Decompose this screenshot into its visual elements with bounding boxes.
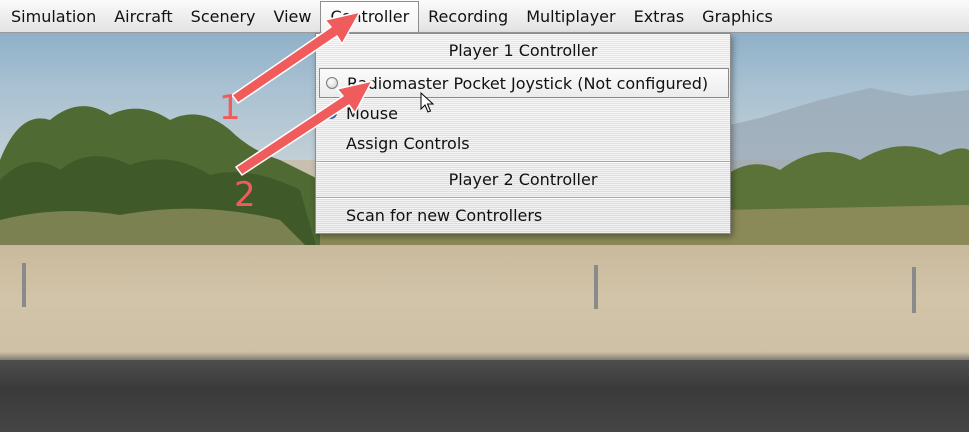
menu-graphics[interactable]: Graphics (693, 1, 782, 32)
menu-extras[interactable]: Extras (625, 1, 694, 32)
main-menubar: Simulation Aircraft Scenery View Control… (0, 0, 969, 33)
menu-view[interactable]: View (264, 1, 320, 32)
player1-controller-header: Player 1 Controller (448, 41, 598, 60)
joystick-option-label: Radiomaster Pocket Joystick (Not configu… (347, 74, 709, 93)
radio-unchecked-icon (326, 77, 338, 89)
mouse-option-label: Mouse (346, 104, 398, 123)
menu-simulation[interactable]: Simulation (2, 1, 105, 32)
menu-multiplayer[interactable]: Multiplayer (517, 1, 624, 32)
controller-dropdown: Player 1 Controller Radiomaster Pocket J… (315, 33, 731, 234)
step-1-label: 1 (219, 88, 241, 128)
mouse-option[interactable]: Mouse (316, 99, 730, 129)
scan-controllers-item[interactable]: Scan for new Controllers (316, 201, 730, 231)
scan-controllers-label: Scan for new Controllers (346, 206, 543, 225)
assign-controls-label: Assign Controls (346, 134, 470, 153)
step-2-label: 2 (234, 175, 256, 215)
assign-controls-item[interactable]: Assign Controls (316, 129, 730, 159)
menu-controller[interactable]: Controller (320, 0, 420, 32)
menu-divider (316, 161, 730, 163)
player2-controller-header: Player 2 Controller (448, 170, 598, 189)
joystick-option[interactable]: Radiomaster Pocket Joystick (Not configu… (319, 68, 729, 98)
fence-posts (22, 263, 916, 313)
radio-checked-icon (325, 107, 337, 119)
menu-divider (316, 197, 730, 199)
menu-recording[interactable]: Recording (419, 1, 517, 32)
menu-aircraft[interactable]: Aircraft (105, 1, 181, 32)
runway (0, 360, 969, 432)
menu-scenery[interactable]: Scenery (182, 1, 265, 32)
mouse-cursor-icon (420, 92, 434, 113)
